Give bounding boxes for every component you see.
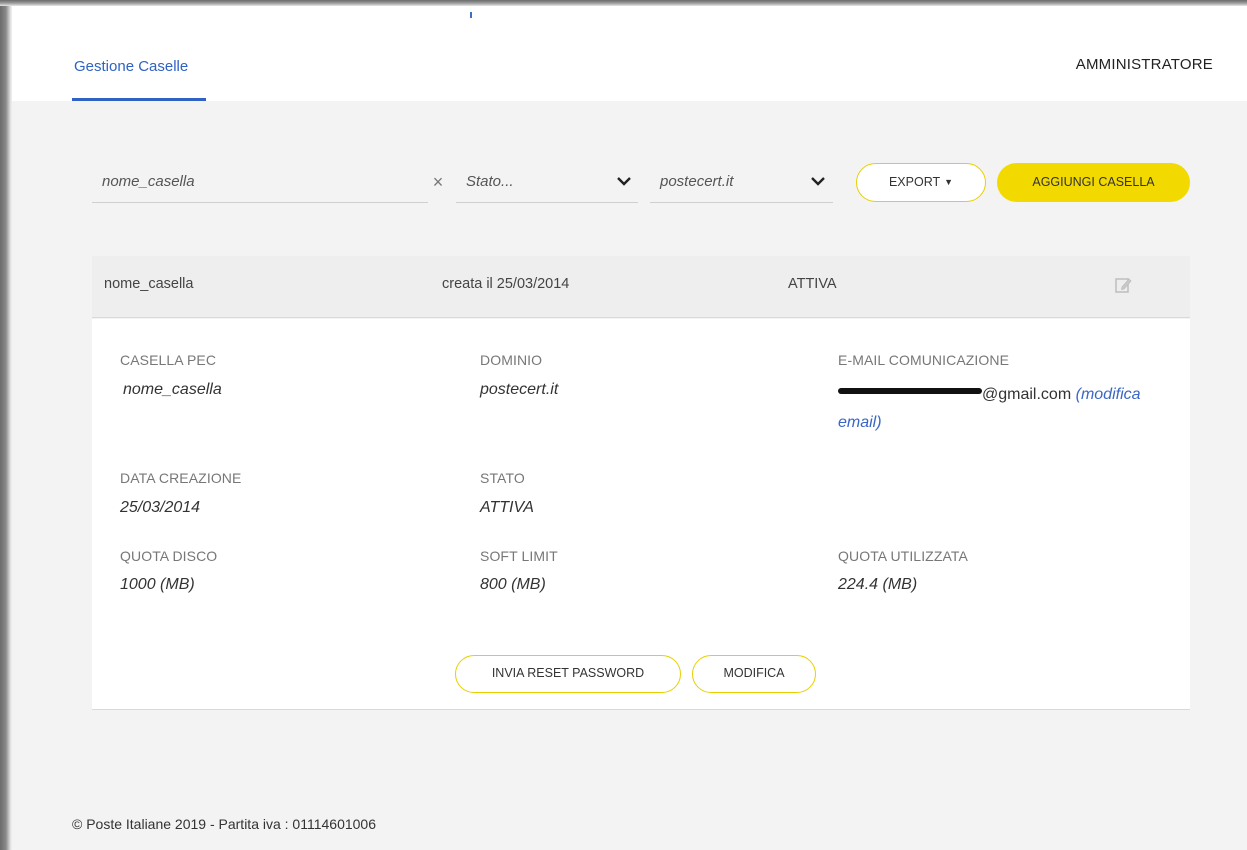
page: Gestione Caselle AMMINISTRATORE nome_cas… — [12, 6, 1247, 850]
status-select[interactable]: Stato... — [456, 161, 638, 203]
caret-down-icon: ▼ — [944, 177, 954, 187]
row-created-date: creata il 25/03/2014 — [442, 276, 570, 292]
tab-gestione-caselle[interactable]: Gestione Caselle — [74, 58, 188, 75]
value-quota-disco: 1000 (MB) — [120, 576, 195, 593]
value-dominio: postecert.it — [480, 381, 559, 398]
redacted-email-local-part — [838, 388, 982, 394]
value-email-comunicazione: @gmail.com (modifica email) — [838, 381, 1168, 437]
value-data-creazione: 25/03/2014 — [120, 499, 201, 516]
mailbox-name-input[interactable]: nome_casella — [92, 161, 428, 203]
value-casella-pec: nome_casella — [123, 381, 222, 398]
user-role-menu[interactable]: AMMINISTRATORE — [1076, 56, 1213, 73]
label-quota-utilizzata: QUOTA UTILIZZATA — [838, 548, 968, 564]
chevron-down-icon — [617, 177, 631, 186]
label-soft-limit: SOFT LIMIT — [480, 548, 558, 564]
export-button[interactable]: EXPORT ▼ — [856, 163, 986, 202]
chevron-down-icon — [811, 177, 825, 186]
status-select-placeholder: Stato... — [466, 173, 514, 190]
label-data-creazione: DATA CREAZIONE — [120, 470, 242, 486]
row-mailbox-name: nome_casella — [104, 276, 194, 292]
label-email-comunicazione: E-MAIL COMUNICAZIONE — [838, 352, 1010, 368]
email-domain: @gmail.com — [982, 386, 1072, 403]
export-button-label: EXPORT — [888, 175, 941, 189]
mailbox-row[interactable]: nome_casella creata il 25/03/2014 ATTIVA — [92, 256, 1190, 318]
clear-icon[interactable]: × — [428, 172, 448, 192]
edit-icon[interactable] — [1114, 276, 1132, 294]
label-casella-pec: CASELLA PEC — [120, 352, 217, 368]
value-quota-utilizzata: 224.4 (MB) — [838, 576, 918, 593]
value-soft-limit: 800 (MB) — [480, 576, 546, 593]
value-stato: ATTIVA — [480, 499, 534, 516]
header-marker — [470, 12, 472, 18]
add-mailbox-button[interactable]: AGGIUNGI CASELLA — [997, 163, 1190, 202]
modify-button[interactable]: MODIFICA — [692, 655, 816, 693]
row-status: ATTIVA — [788, 276, 837, 292]
label-quota-disco: QUOTA DISCO — [120, 548, 218, 564]
mailbox-detail-card: CASELLA PEC nome_casella DOMINIO postece… — [92, 319, 1190, 710]
label-dominio: DOMINIO — [480, 352, 543, 368]
label-stato: STATO — [480, 470, 525, 486]
send-reset-password-button[interactable]: INVIA RESET PASSWORD — [455, 655, 681, 693]
footer-copyright: © Poste Italiane 2019 - Partita iva : 01… — [72, 816, 377, 832]
domain-select[interactable]: postecert.it — [650, 161, 833, 203]
mailbox-name-placeholder: nome_casella — [102, 173, 195, 190]
header: Gestione Caselle AMMINISTRATORE — [12, 6, 1247, 101]
domain-select-value: postecert.it — [660, 173, 734, 190]
window-frame-left — [0, 0, 12, 850]
active-tab-indicator — [72, 98, 206, 101]
